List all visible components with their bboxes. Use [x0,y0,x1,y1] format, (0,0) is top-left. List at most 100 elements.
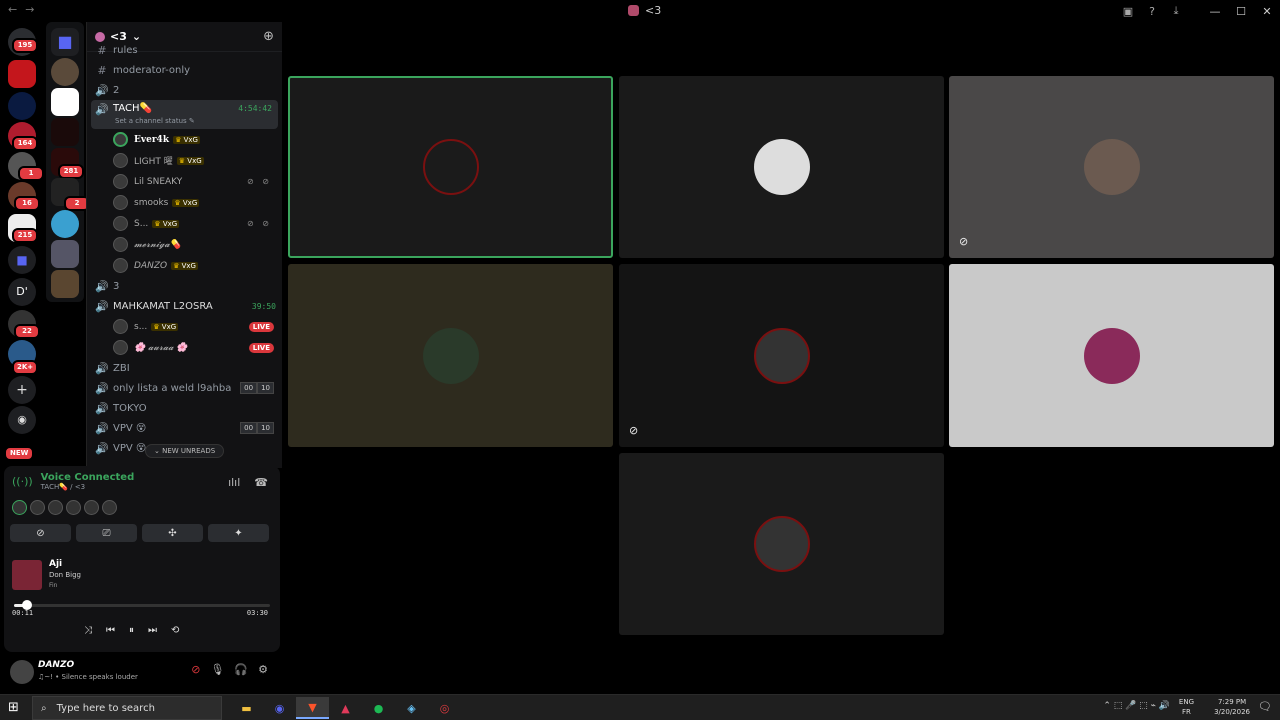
voice-user[interactable]: 𝓶𝓮𝓻𝓷𝓲𝓰𝓪💊 [87,234,282,255]
progress-bar[interactable] [14,600,270,610]
voice-location[interactable]: TACH💊 / <3 [41,483,135,491]
voice-user[interactable]: LIGHT 曜VxG [87,150,282,171]
voice-user[interactable]: Lil SNEAKY ⊘ ⊘ [87,171,282,192]
voice-tile[interactable] [619,453,944,635]
avatar[interactable] [66,500,81,515]
song-title[interactable]: Aji [49,559,62,569]
inbox-icon[interactable]: ▣ [1116,5,1140,18]
voice-tile[interactable] [288,76,613,258]
screenshare-button[interactable]: ⎚ [76,524,137,542]
server-icon[interactable] [51,240,79,268]
app-icon[interactable]: ◎ [428,697,461,719]
brave-browser-icon[interactable]: ▼ [296,697,329,719]
channel-rules[interactable]: # rules [87,40,282,60]
camera-button[interactable]: ⊘ [10,524,71,542]
voice-status[interactable]: ((·)) Voice Connected TACH💊 / <3 [12,472,134,491]
activities-button[interactable]: ✣ [142,524,203,542]
settings-icon[interactable]: ⚙ [258,663,268,676]
folder-icon[interactable]: ■ [8,246,36,274]
channel-voice-only-lista[interactable]: 🔊 only lista a weld l9ahba 00 10 [87,378,282,398]
microphone-icon[interactable]: 🎙 [210,663,224,676]
pause-icon[interactable]: ⏸ [129,625,134,636]
channel-voice-tokyo[interactable]: 🔊 TOKYO [87,398,282,418]
server-icon-nightfall[interactable] [8,92,36,120]
new-badge[interactable]: NEW [4,446,35,461]
voice-user[interactable]: smooksVxG [87,192,282,213]
voice-user[interactable]: S...VxG ⊘ ⊘ [87,213,282,234]
download-icon[interactable]: ⤓ [1164,4,1188,18]
channel-name: VPV 😵 [113,442,147,454]
channel-voice-vpv[interactable]: 🔊 VPV 😵 00 10 [87,418,282,438]
soundboard-icon[interactable]: ılıl [228,476,240,489]
soundboard-button[interactable]: ✦ [208,524,269,542]
headset-icon[interactable]: 🎧 [234,663,248,676]
voice-tile[interactable]: ⊘ [619,264,944,447]
channel-moderator-only[interactable]: # moderator-only [87,60,282,80]
help-icon[interactable]: ? [1140,5,1164,18]
avatar[interactable] [30,500,45,515]
server-icon[interactable] [51,270,79,298]
deafen-camera-icon[interactable]: ⊘ [191,663,200,676]
channel-voice-mahkamat[interactable]: 🔊 MAHKAMAT L2OSRA 39:50 [87,296,282,316]
voice-user[interactable]: Ever4kVxG [87,129,282,150]
voice-tile[interactable] [288,264,613,447]
avatar[interactable] [102,500,117,515]
channel-timer: 4:54:42 [238,104,272,113]
disconnect-icon[interactable]: ☎ [254,476,268,489]
channel-voice-2[interactable]: 🔊 2 [87,80,282,100]
avatar[interactable] [84,500,99,515]
signal-icon: ((·)) [12,475,33,488]
album-cover[interactable] [12,560,42,590]
avatar[interactable] [10,660,34,684]
forward-icon[interactable]: → [25,3,34,16]
windows-start-icon[interactable]: ⊞ [8,700,19,715]
song-album: Fin [49,582,58,589]
server-icon-f[interactable] [8,60,36,88]
voice-user[interactable]: s...VxG LIVE [87,316,282,337]
voice-tile[interactable] [949,264,1274,447]
song-artist[interactable]: Don Bigg [49,571,81,579]
channel-voice-tach[interactable]: 🔊 TACH💊 Set a channel status ✎ 4:54:42 [91,100,278,129]
voice-user[interactable]: DANZOVxG [87,255,282,276]
user-name[interactable]: DANZO [38,660,74,670]
file-explorer-icon[interactable]: ▬ [230,697,263,719]
channel-voice-zbi[interactable]: 🔊 ZBI [87,358,282,378]
language-indicator[interactable]: ENG FR [1179,697,1194,717]
app-icon[interactable]: ▲ [329,697,362,719]
add-server-icon[interactable]: + [8,376,36,404]
spotify-icon[interactable]: ● [362,697,395,719]
channel-voice-3[interactable]: 🔊 3 [87,276,282,296]
avatar[interactable] [12,500,27,515]
speaker-icon: 🔊 [95,361,109,375]
voice-tile[interactable]: ⊘ [949,76,1274,258]
folder-icon[interactable]: ■ [51,28,79,56]
server-icon-d[interactable]: D' [8,278,36,306]
server-icon[interactable] [51,118,79,146]
previous-icon[interactable]: ⏮ [106,625,115,636]
minimize-button[interactable]: — [1202,5,1228,18]
new-unreads-button[interactable]: ⌄ NEW UNREADS [145,444,225,458]
shuffle-icon[interactable]: ⤨ [84,625,92,636]
back-icon[interactable]: ← [8,3,17,16]
voice-user[interactable]: 🌸 𝓪𝓾𝓻𝓪𝓪 🌸 LIVE [87,337,282,358]
maximize-button[interactable]: ☐ [1228,5,1254,18]
steam-icon[interactable]: ◈ [395,697,428,719]
server-icon[interactable] [51,58,79,86]
close-button[interactable]: ✕ [1254,5,1280,18]
discord-app-icon[interactable]: ◉ [263,697,296,719]
server-icon[interactable] [51,210,79,238]
speaker-icon: 🔊 [95,103,109,116]
system-tray[interactable]: ⌃ ⬚ 🎤 ⬚ ⌁ 🔊 [1103,701,1170,711]
avatar[interactable] [48,500,63,515]
taskbar-search[interactable]: ⌕ Type here to search [32,696,222,720]
discover-icon[interactable]: ◉ [8,406,36,434]
server-icon-real-madrid[interactable] [51,88,79,116]
voice-participants [12,500,117,515]
voice-tile[interactable] [619,76,944,258]
next-icon[interactable]: ⏭ [148,625,157,636]
channel-status[interactable]: Set a channel status ✎ [115,117,195,125]
repeat-icon[interactable]: ⟲ [171,625,179,636]
clock[interactable]: 7:29 PM 3/20/2026 [1214,697,1250,717]
notification-icon[interactable]: 🗨 [1258,700,1272,713]
user-limit-count: 10 [257,382,274,394]
